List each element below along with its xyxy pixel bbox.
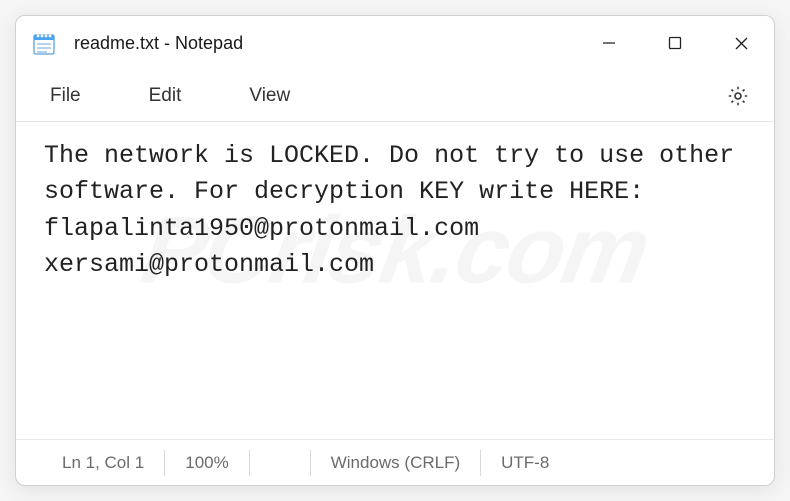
menu-edit[interactable]: Edit xyxy=(133,79,198,113)
maximize-button[interactable] xyxy=(642,16,708,70)
menu-view[interactable]: View xyxy=(233,79,306,113)
text-editor-area[interactable]: The network is LOCKED. Do not try to use… xyxy=(16,122,774,439)
divider xyxy=(249,450,250,476)
status-eol: Windows (CRLF) xyxy=(311,449,480,477)
notepad-icon xyxy=(32,31,56,55)
window-title: readme.txt - Notepad xyxy=(74,33,243,54)
menubar: File Edit View xyxy=(16,70,774,122)
status-zoom[interactable]: 100% xyxy=(165,449,248,477)
statusbar: Ln 1, Col 1 100% Windows (CRLF) UTF-8 xyxy=(16,439,774,485)
settings-button[interactable] xyxy=(720,78,756,114)
notepad-window: PCrisk.com readme.txt - Notepad xyxy=(15,15,775,486)
minimize-button[interactable] xyxy=(576,16,642,70)
status-position: Ln 1, Col 1 xyxy=(42,449,164,477)
titlebar: readme.txt - Notepad xyxy=(16,16,774,70)
status-encoding: UTF-8 xyxy=(481,449,569,477)
close-button[interactable] xyxy=(708,16,774,70)
window-controls xyxy=(576,16,774,70)
menu-file[interactable]: File xyxy=(34,79,97,113)
